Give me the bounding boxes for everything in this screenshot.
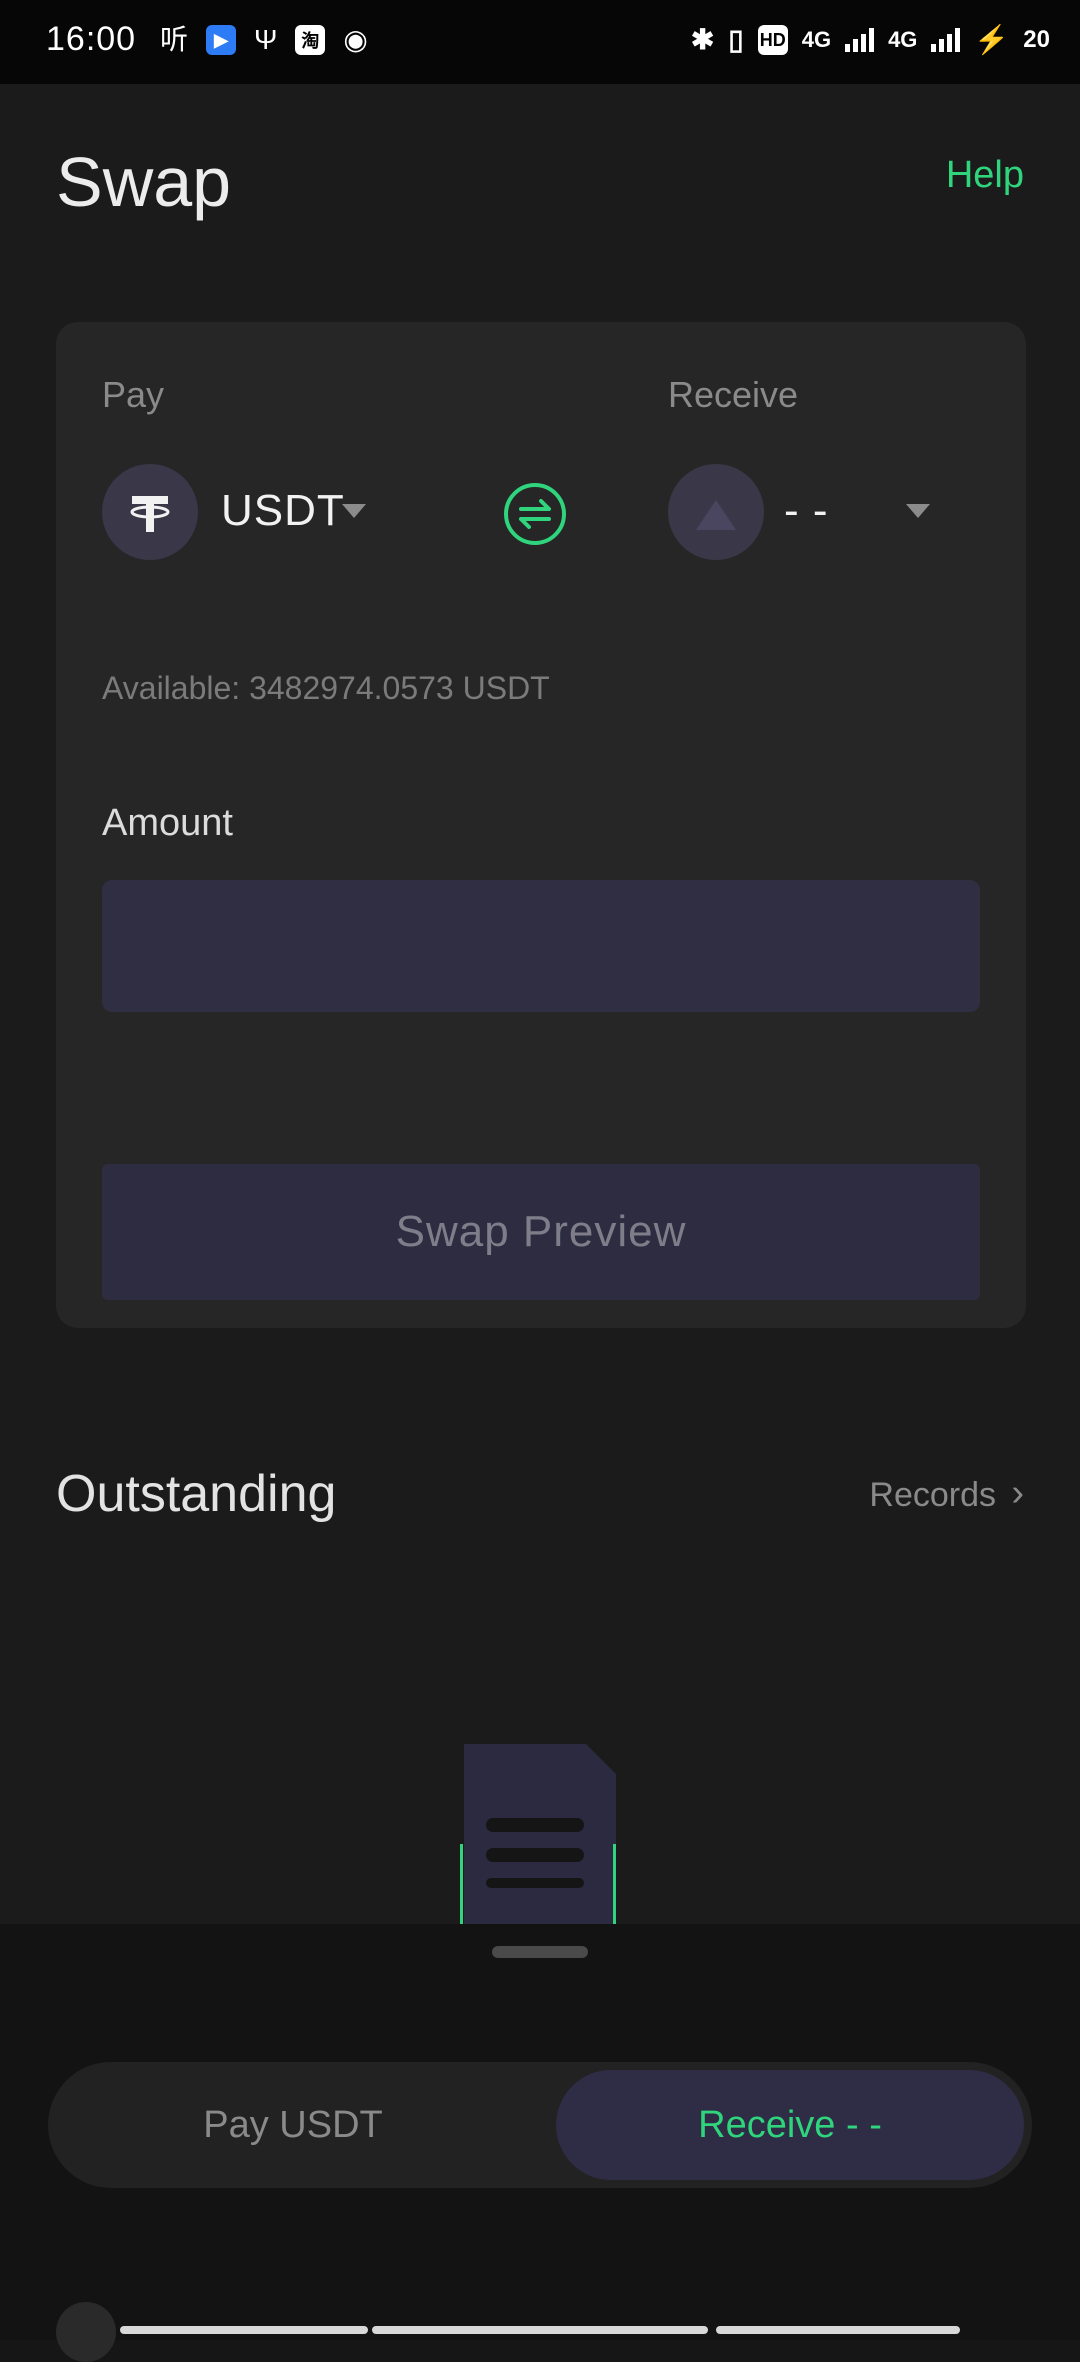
status-bar: 16:00 听 ▶ Ψ 淘 ◉ ✱ ▯ HD 4G 4G ⚡ 20 xyxy=(0,0,1080,84)
pay-coin-selector[interactable]: USDT xyxy=(221,486,345,536)
avatar xyxy=(56,2302,116,2362)
battery-level: 20 xyxy=(1023,26,1050,53)
listen-icon: 听 xyxy=(160,24,189,55)
status-time: 16:00 xyxy=(46,20,137,58)
page-title: Swap xyxy=(56,143,232,221)
tab-receive[interactable]: Receive - - xyxy=(556,2070,1024,2180)
amount-input[interactable] xyxy=(102,880,980,1012)
tab-pay[interactable]: Pay USDT xyxy=(48,2062,538,2188)
outstanding-title: Outstanding xyxy=(56,1465,337,1523)
status-right-icons: ✱ ▯ HD 4G 4G ⚡ 20 xyxy=(691,22,1050,58)
list-divider xyxy=(372,2326,708,2334)
pay-label: Pay xyxy=(102,374,165,415)
list-divider xyxy=(716,2326,960,2334)
4g-signal-icon xyxy=(931,28,961,52)
receive-chevron-down-icon[interactable] xyxy=(906,504,930,518)
4g-label: 4G xyxy=(801,27,832,52)
swap-direction-icon[interactable] xyxy=(503,482,567,546)
records-link[interactable]: Records xyxy=(869,1476,996,1515)
qq-icon: ◉ xyxy=(343,24,368,55)
receive-coin-selector[interactable]: - - xyxy=(784,486,829,536)
usb-icon: Ψ xyxy=(254,24,278,55)
empty-records-illustration xyxy=(460,1744,616,1924)
bottom-list-peek xyxy=(0,2302,1080,2362)
pay-receive-segmented-control: Pay USDT Receive - - xyxy=(48,2062,1032,2188)
hd-icon: HD xyxy=(757,25,788,55)
4g-signal-icon xyxy=(845,28,875,52)
charging-icon: ⚡ xyxy=(974,24,1010,55)
swap-screen: Swap Help Pay Receive USDT - - Available… xyxy=(0,84,1080,1924)
app-box-icon: 淘 xyxy=(295,25,326,55)
4g-label: 4G xyxy=(888,27,918,52)
bottom-sheet: Pay USDT Receive - - xyxy=(0,1924,1080,2362)
receive-coin-placeholder-icon[interactable] xyxy=(668,464,764,560)
list-divider xyxy=(120,2326,368,2334)
help-link[interactable]: Help xyxy=(946,154,1024,197)
bluetooth-icon: ✱ xyxy=(690,24,715,55)
receive-label: Receive xyxy=(668,374,799,415)
app-icon: ▶ xyxy=(206,25,237,55)
available-balance: Available: 3482974.0573 USDT xyxy=(102,670,550,706)
status-left-icons: 听 ▶ Ψ 淘 ◉ xyxy=(160,22,368,58)
drag-handle[interactable] xyxy=(492,1946,588,1958)
pay-chevron-down-icon[interactable] xyxy=(342,504,366,518)
chevron-right-icon[interactable]: › xyxy=(1011,1472,1024,1515)
amount-label: Amount xyxy=(102,802,233,844)
vibrate-icon: ▯ xyxy=(728,24,744,55)
swap-preview-button[interactable]: Swap Preview xyxy=(102,1164,980,1300)
usdt-coin-icon[interactable] xyxy=(102,464,198,560)
swap-card: Pay Receive USDT - - Available: 3482974.… xyxy=(56,322,1026,1328)
